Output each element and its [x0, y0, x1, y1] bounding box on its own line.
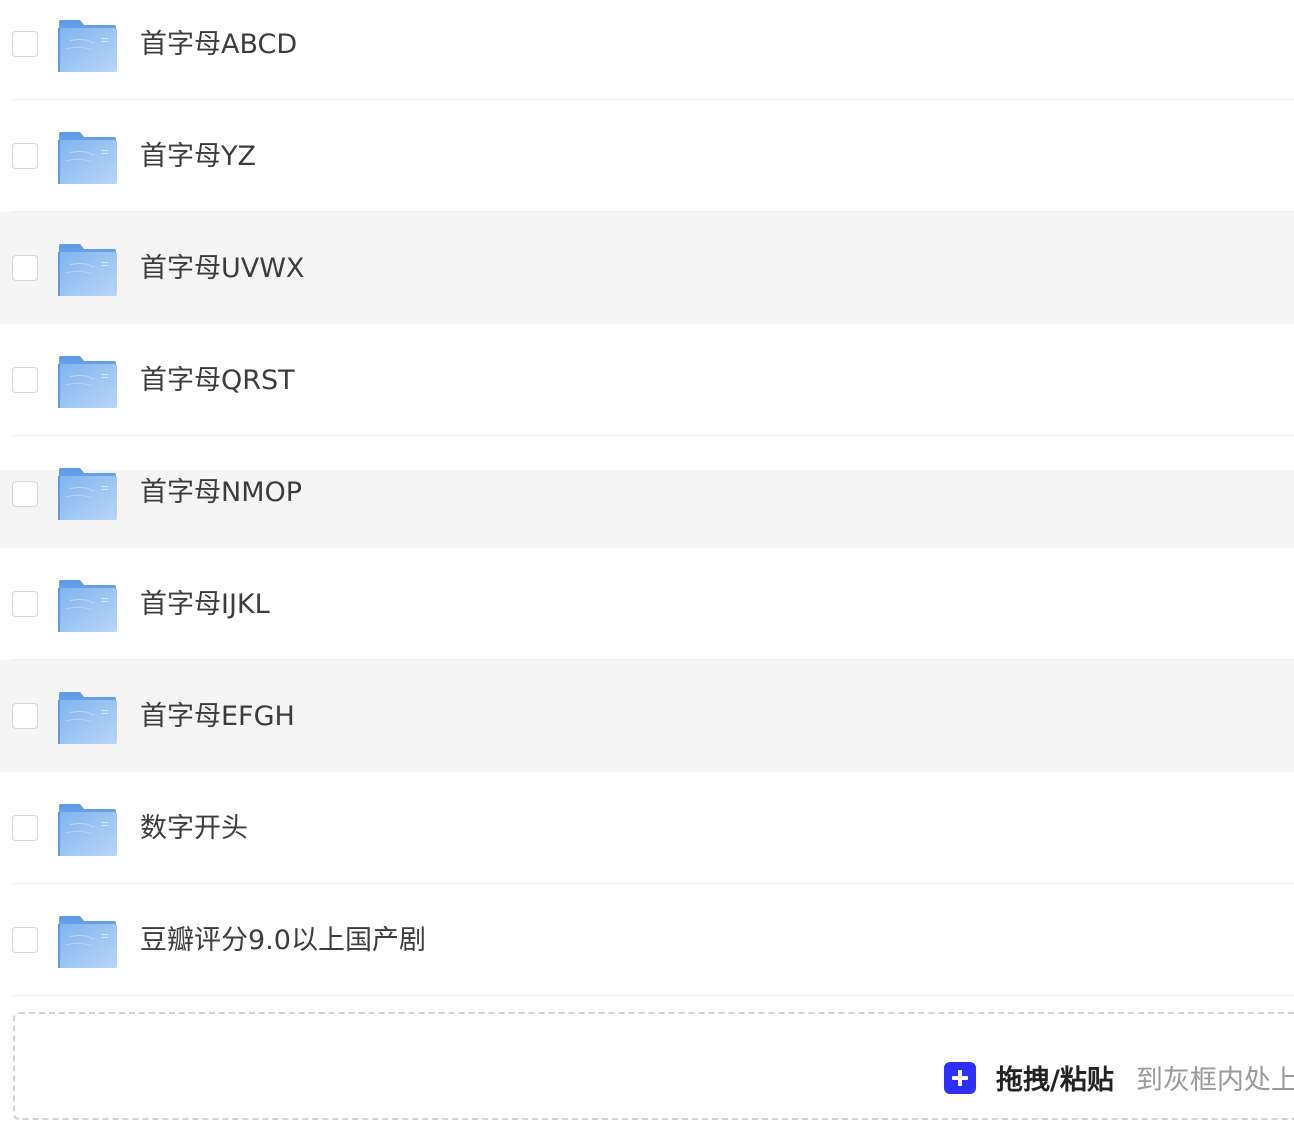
folder-icon [58, 804, 117, 856]
folder-icon [58, 244, 117, 296]
row-checkbox[interactable] [12, 703, 38, 729]
folder-icon [58, 20, 117, 72]
row-checkbox[interactable] [12, 591, 38, 617]
list-item[interactable]: 首字母ABCD [0, 0, 1294, 100]
folder-icon [58, 580, 117, 632]
row-checkbox[interactable] [12, 255, 38, 281]
list-item[interactable]: 首字母YZ [0, 112, 1294, 212]
plus-icon[interactable] [944, 1061, 976, 1094]
drag-paste-label: 拖拽/粘贴 [996, 1065, 1114, 1096]
list-item[interactable]: 首字母EFGH [0, 660, 1294, 772]
upload-prompt[interactable]: 拖拽/粘贴 到灰框内处上 [944, 1058, 1294, 1097]
folder-name[interactable]: 首字母YZ [140, 139, 256, 175]
folder-icon [58, 916, 117, 968]
list-item[interactable]: 豆瓣评分9.0以上国产剧 [0, 896, 1294, 996]
folder-name[interactable]: 首字母UVWX [140, 251, 304, 287]
row-divider [12, 995, 1294, 996]
folder-name[interactable]: 豆瓣评分9.0以上国产剧 [140, 923, 426, 959]
list-item[interactable]: 首字母IJKL [0, 560, 1294, 660]
list-item[interactable]: 首字母QRST [0, 336, 1294, 436]
row-divider [12, 99, 1294, 100]
list-item[interactable]: 数字开头 [0, 784, 1294, 884]
row-checkbox[interactable] [12, 927, 38, 953]
row-checkbox[interactable] [12, 367, 38, 393]
upload-hint: 到灰框内处上 [1135, 1065, 1294, 1096]
folder-icon [58, 692, 117, 744]
folder-icon [58, 468, 117, 520]
row-divider [12, 883, 1294, 884]
folder-name[interactable]: 首字母NMOP [140, 475, 302, 511]
row-divider [12, 435, 1294, 436]
row-checkbox[interactable] [12, 481, 38, 507]
list-item[interactable]: 首字母UVWX [0, 212, 1294, 324]
list-item[interactable]: 首字母NMOP [0, 468, 1294, 548]
file-browser: 首字母ABCD 首字母YZ 首字母UVWX 首字母QRST 首字母NMOP 首字… [0, 0, 1294, 1138]
folder-name[interactable]: 首字母ABCD [140, 27, 297, 63]
row-checkbox[interactable] [12, 31, 38, 57]
upload-drop-zone[interactable]: 拖拽/粘贴 到灰框内处上 [13, 1012, 1294, 1120]
folder-name[interactable]: 首字母IJKL [140, 587, 270, 623]
folder-icon [58, 356, 117, 408]
folder-name[interactable]: 首字母QRST [140, 363, 295, 399]
folder-icon [58, 132, 117, 184]
row-checkbox[interactable] [12, 143, 38, 169]
folder-name[interactable]: 首字母EFGH [140, 699, 295, 735]
row-checkbox[interactable] [12, 815, 38, 841]
folder-name[interactable]: 数字开头 [140, 811, 248, 847]
